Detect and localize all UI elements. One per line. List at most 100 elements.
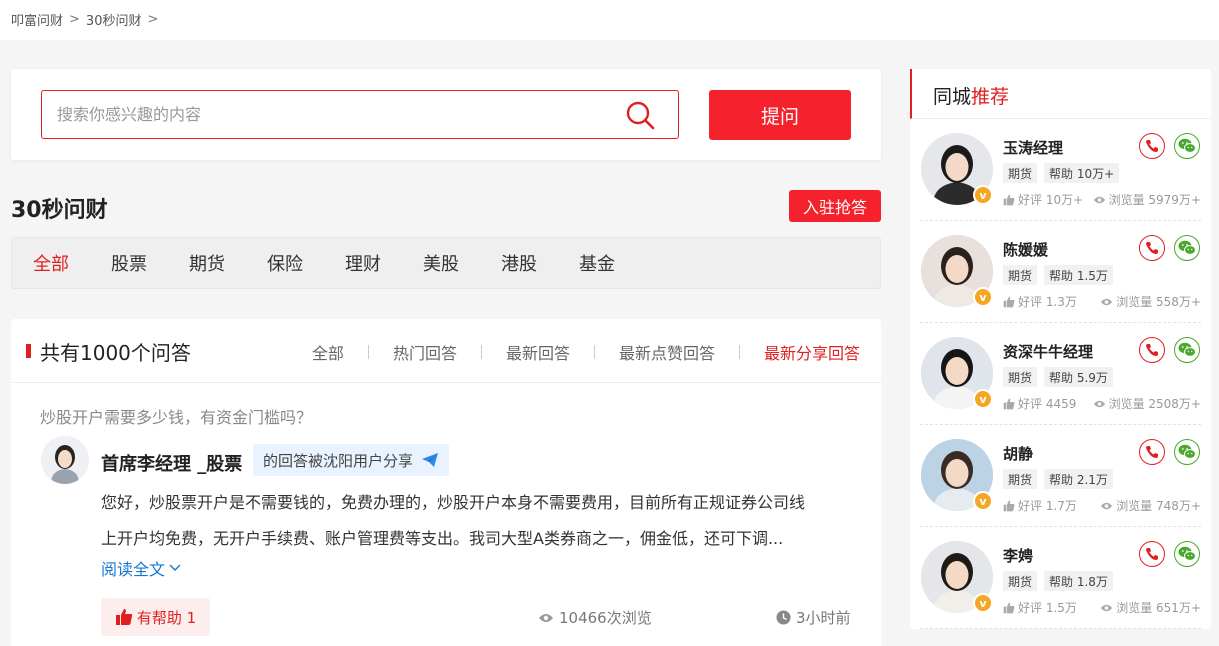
join-answer-button[interactable]: 入驻抢答 — [789, 190, 881, 222]
expert-card[interactable]: v 陈媛媛 期货 帮助 1.5万 好评 1.3万 浏览量 558万+ — [910, 221, 1211, 323]
header-accent-bar — [26, 344, 31, 358]
view-count: 10466次浏览 — [538, 607, 652, 628]
filter-divider — [480, 345, 482, 359]
wechat-button[interactable] — [1174, 337, 1200, 363]
rating-stat: 好评 1.5万 — [1003, 599, 1077, 616]
wechat-button[interactable] — [1174, 235, 1200, 261]
filter-latest-shared[interactable]: 最新分享回答 — [764, 340, 860, 364]
call-button[interactable] — [1139, 337, 1165, 363]
rating-label: 好评 1.5万 — [1018, 601, 1077, 615]
expert-card[interactable]: v 玉涛经理 期货 帮助 10万+ 好评 10万+ 浏览量 5979万+ — [910, 119, 1211, 221]
section-title: 30秒问财 — [11, 198, 108, 223]
expert-name[interactable]: 李娉 — [1003, 545, 1033, 566]
thumbs-up-icon — [115, 609, 132, 625]
expert-help-count: 帮助 2.1万 — [1044, 469, 1113, 489]
rating-label: 好评 1.3万 — [1018, 295, 1077, 309]
timestamp: 3小时前 — [776, 607, 851, 628]
read-more-label: 阅读全文 — [101, 560, 166, 579]
divider — [920, 628, 1201, 629]
tab-all[interactable]: 全部 — [33, 250, 69, 276]
read-more-link[interactable]: 阅读全文 — [101, 556, 181, 580]
ask-button[interactable]: 提问 — [709, 90, 851, 140]
rating-label: 好评 10万+ — [1018, 193, 1084, 207]
tab-insurance[interactable]: 保险 — [267, 250, 303, 276]
search-icon[interactable] — [624, 99, 656, 131]
wechat-icon — [1178, 138, 1196, 153]
breadcrumb-home[interactable]: 叩富问财 — [11, 10, 63, 29]
expert-card[interactable]: v 资深牛牛经理 期货 帮助 5.9万 好评 4459 浏览量 2508万+ — [910, 323, 1211, 425]
tab-futures[interactable]: 期货 — [189, 250, 225, 276]
expert-category-tag: 期货 — [1003, 367, 1038, 387]
rating-stat: 好评 1.3万 — [1003, 293, 1077, 310]
chevron-down-icon — [169, 564, 181, 571]
expert-card[interactable]: v 李娉 期货 帮助 1.8万 好评 1.5万 浏览量 651万+ — [910, 527, 1211, 629]
search-input[interactable] — [42, 105, 624, 124]
phone-icon — [1146, 140, 1158, 152]
panel-header: 同城推荐 — [910, 69, 1211, 119]
filter-latest-liked[interactable]: 最新点赞回答 — [619, 340, 715, 364]
views-stat: 浏览量 748万+ — [1100, 497, 1201, 514]
tab-us-stocks[interactable]: 美股 — [423, 250, 459, 276]
avatar-portrait — [41, 436, 89, 484]
breadcrumb-current[interactable]: 30秒问财 — [86, 10, 142, 29]
expert-help-count: 帮助 5.9万 — [1044, 367, 1113, 387]
verified-badge: v — [973, 287, 993, 307]
helpful-button[interactable]: 有帮助 1 — [101, 598, 210, 636]
avatar[interactable] — [41, 436, 89, 484]
filter-divider — [738, 345, 740, 359]
call-button[interactable] — [1139, 235, 1165, 261]
thumbs-up-icon — [1003, 500, 1015, 511]
thumbs-up-icon — [1003, 398, 1015, 409]
wechat-icon — [1178, 342, 1196, 357]
tab-hk-stocks[interactable]: 港股 — [501, 250, 537, 276]
expert-name[interactable]: 胡静 — [1003, 443, 1033, 464]
call-button[interactable] — [1139, 541, 1165, 567]
views-stat: 浏览量 5979万+ — [1093, 191, 1201, 208]
expert-card[interactable]: v 胡静 期货 帮助 2.1万 好评 1.7万 浏览量 748万+ — [910, 425, 1211, 527]
answerer-name[interactable]: 首席李经理 _股票 — [101, 450, 242, 476]
wechat-icon — [1178, 240, 1196, 255]
expert-name[interactable]: 玉涛经理 — [1003, 137, 1063, 158]
filter-latest[interactable]: 最新回答 — [506, 340, 570, 364]
views-label: 浏览量 5979万+ — [1108, 193, 1201, 207]
time-label: 3小时前 — [796, 609, 851, 627]
answer-line: 您好，炒股票开户是不需要钱的，免费办理的，炒股开户本身不需要费用，目前所有正规证… — [101, 493, 806, 512]
expert-name[interactable]: 资深牛牛经理 — [1003, 341, 1093, 362]
expert-name[interactable]: 陈媛媛 — [1003, 239, 1048, 260]
search-card: 提问 — [11, 69, 881, 160]
qa-count: 共有1000个问答 — [40, 341, 191, 365]
wechat-button[interactable] — [1174, 133, 1200, 159]
rating-stat: 好评 10万+ — [1003, 191, 1083, 208]
call-button[interactable] — [1139, 133, 1165, 159]
breadcrumb-separator: > — [147, 12, 159, 27]
call-button[interactable] — [1139, 439, 1165, 465]
clock-icon — [776, 610, 791, 625]
phone-icon — [1146, 344, 1158, 356]
eye-icon — [539, 613, 553, 622]
filter-divider — [593, 345, 595, 359]
wechat-icon — [1178, 444, 1196, 459]
rating-label: 好评 1.7万 — [1018, 499, 1077, 513]
filter-all[interactable]: 全部 — [312, 340, 344, 364]
nearby-recommend-panel: 同城推荐 v 玉涛经理 期货 帮助 10万+ 好评 10万+ 浏览量 5979万… — [910, 69, 1211, 629]
wechat-icon — [1178, 546, 1196, 561]
wechat-button[interactable] — [1174, 439, 1200, 465]
wechat-button[interactable] — [1174, 541, 1200, 567]
expert-category-tag: 期货 — [1003, 469, 1038, 489]
filter-divider — [367, 345, 369, 359]
panel-title: 同城推荐 — [933, 82, 1009, 109]
question-title[interactable]: 炒股开户需要多少钱，有资金门槛吗？ — [40, 404, 312, 428]
expert-help-count: 帮助 1.8万 — [1044, 571, 1113, 591]
phone-icon — [1146, 548, 1158, 560]
eye-icon — [1093, 196, 1105, 203]
tab-wealth[interactable]: 理财 — [345, 250, 381, 276]
rating-stat: 好评 4459 — [1003, 395, 1076, 412]
filter-hot[interactable]: 热门回答 — [393, 340, 457, 364]
expert-stats: 好评 1.7万 浏览量 748万+ — [1003, 497, 1201, 514]
qa-filters: 全部 热门回答 最新回答 最新点赞回答 最新分享回答 — [312, 340, 860, 364]
qa-header: 共有1000个问答 全部 热门回答 最新回答 最新点赞回答 最新分享回答 — [11, 319, 881, 383]
tab-stocks[interactable]: 股票 — [111, 250, 147, 276]
views-stat: 浏览量 651万+ — [1100, 599, 1201, 616]
share-badge: 的回答被沈阳用户分享 — [253, 444, 450, 476]
tab-funds[interactable]: 基金 — [579, 250, 615, 276]
